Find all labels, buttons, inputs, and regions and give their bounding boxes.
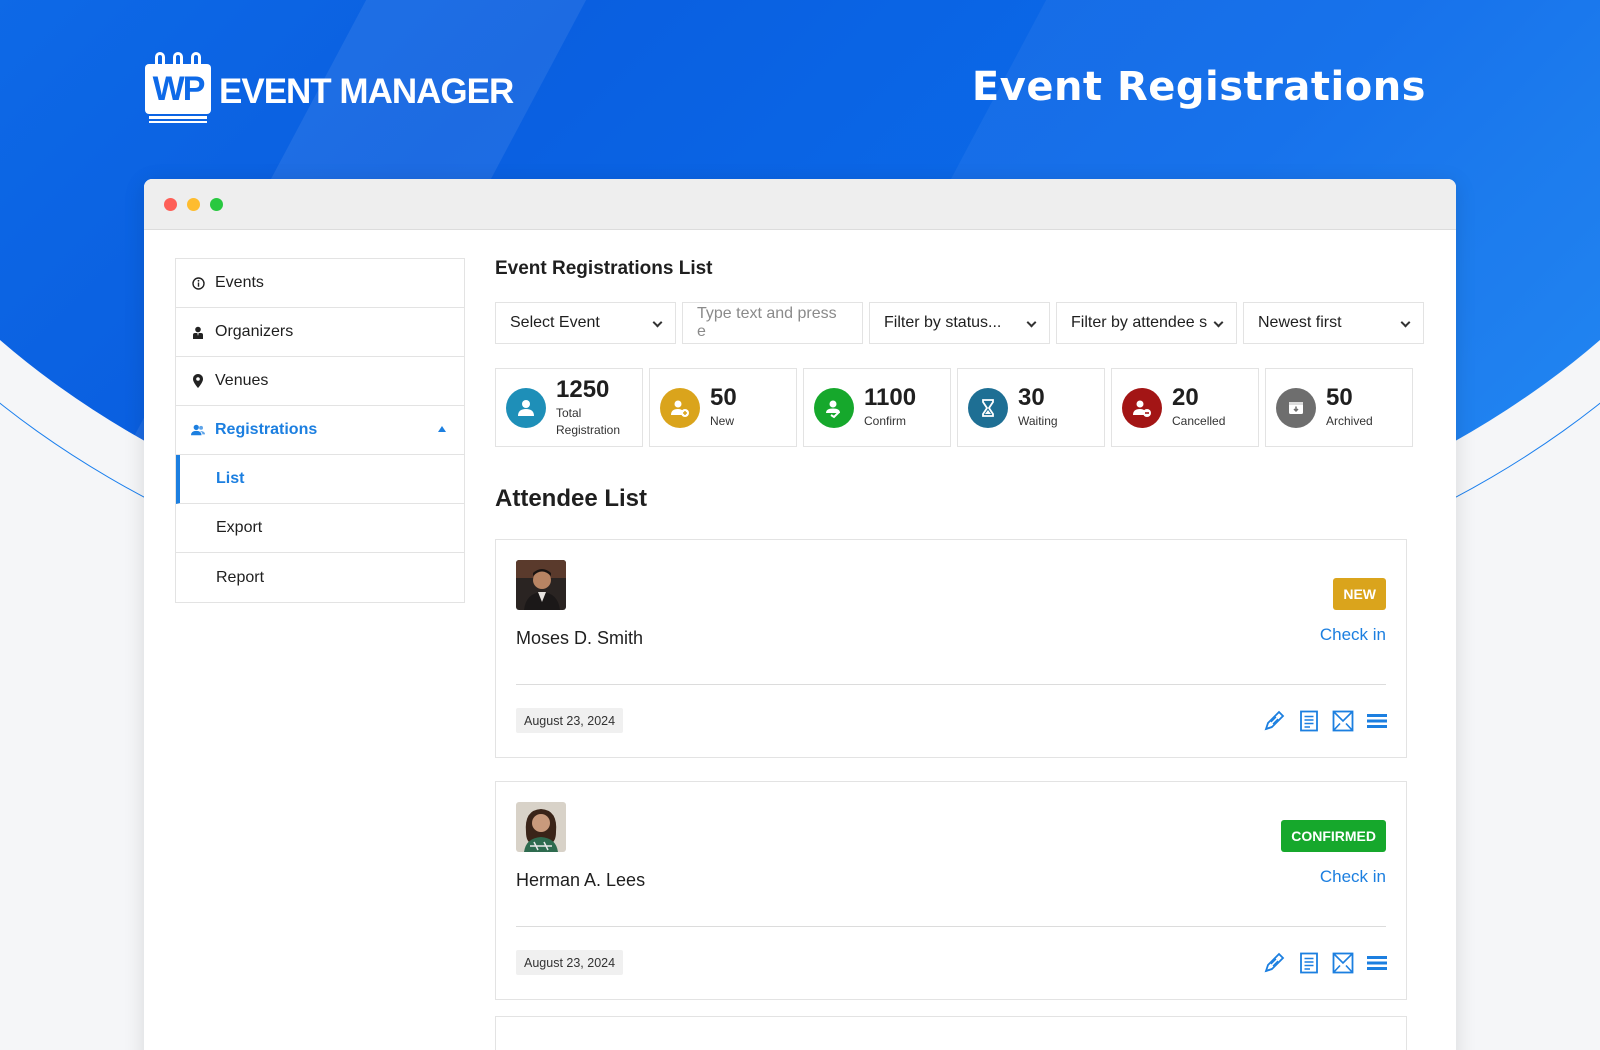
stat-value: 50 <box>1326 383 1353 411</box>
brand-logo: WP EVENT MANAGER <box>145 52 514 123</box>
stat-label: Waiting <box>1018 414 1058 429</box>
person-icon <box>191 325 205 339</box>
attendee-name: Herman A. Lees <box>516 870 646 890</box>
attendee-card-partial <box>495 1016 1407 1050</box>
document-icon[interactable] <box>1297 951 1320 974</box>
dropdown-value: Select Event <box>510 314 600 331</box>
card-actions <box>1263 951 1388 974</box>
user-icon <box>506 387 546 428</box>
chevron-down-icon <box>652 317 663 328</box>
sidebar-item-organizers[interactable]: Organizers <box>176 308 464 357</box>
map-pin-icon <box>191 374 205 388</box>
filter-bar: Select Event Type text and press e Filte… <box>495 302 1425 344</box>
sidebar-item-venues[interactable]: Venues <box>176 357 464 406</box>
select-event-dropdown[interactable]: Select Event <box>495 302 676 344</box>
sidebar-item-list[interactable]: List <box>176 455 464 504</box>
sidebar-item-label: Organizers <box>215 323 294 340</box>
users-icon <box>191 423 205 437</box>
sidebar-nav: Events Organizers Venues Registrations L… <box>175 258 465 603</box>
email-icon[interactable] <box>1331 951 1354 974</box>
stat-confirm[interactable]: 1100 Confirm <box>803 368 951 447</box>
info-icon <box>191 276 205 290</box>
card-divider <box>516 684 1386 685</box>
check-in-link[interactable]: Check in <box>1320 625 1386 645</box>
chevron-down-icon <box>1400 317 1411 328</box>
stat-new[interactable]: 50 New <box>649 368 797 447</box>
stat-label: Confirm <box>864 414 907 429</box>
stat-total-registration[interactable]: 1250 Total Registration <box>495 368 643 447</box>
chevron-down-icon <box>1213 317 1224 328</box>
registration-date: August 23, 2024 <box>516 708 624 733</box>
menu-list-icon[interactable] <box>1365 951 1388 974</box>
calendar-logo-icon: WP <box>145 52 211 123</box>
attendee-card: Herman A. Lees CONFIRMED Check in August… <box>495 781 1407 1000</box>
registrations-list-title: Event Registrations List <box>495 258 713 279</box>
stat-value: 1250 <box>556 375 610 403</box>
sidebar-item-export[interactable]: Export <box>176 504 464 553</box>
sidebar-item-events[interactable]: Events <box>176 259 464 308</box>
status-filter-dropdown[interactable]: Filter by status... <box>869 302 1050 344</box>
document-icon[interactable] <box>1297 709 1320 732</box>
stat-value: 50 <box>710 383 737 411</box>
registration-date: August 23, 2024 <box>516 950 624 975</box>
window-titlebar <box>144 179 1456 230</box>
status-badge: CONFIRMED <box>1281 820 1386 852</box>
avatar <box>516 802 566 852</box>
sidebar-item-registrations[interactable]: Registrations <box>176 406 464 455</box>
email-icon[interactable] <box>1331 709 1354 732</box>
page-heading: Event Registrations <box>971 64 1426 110</box>
sidebar-item-label: Registrations <box>215 421 318 438</box>
brand-name: EVENT MANAGER <box>219 72 514 111</box>
card-divider <box>516 926 1386 927</box>
attendee-card: Moses D. Smith NEW Check in August 23, 2… <box>495 539 1407 758</box>
sidebar-item-label: Venues <box>215 372 269 389</box>
app-window: Events Organizers Venues Registrations L… <box>144 179 1456 1050</box>
menu-list-icon[interactable] <box>1365 709 1388 732</box>
status-badge: NEW <box>1333 578 1386 610</box>
stat-label: Total Registration <box>556 405 621 437</box>
sidebar-item-label: Export <box>216 519 263 536</box>
edit-pencil-icon[interactable] <box>1263 709 1286 732</box>
maximize-window-dot[interactable] <box>210 198 223 211</box>
dropdown-value: Filter by status... <box>884 314 1002 331</box>
stat-label: Cancelled <box>1172 414 1226 429</box>
user-check-icon <box>814 387 854 428</box>
stat-cancelled[interactable]: 20 Cancelled <box>1111 368 1259 447</box>
sidebar-item-label: Events <box>215 274 264 291</box>
search-input[interactable]: Type text and press e <box>682 302 863 344</box>
stat-label: Archived <box>1326 414 1373 429</box>
attendee-list-heading: Attendee List <box>495 485 648 512</box>
edit-pencil-icon[interactable] <box>1263 951 1286 974</box>
sidebar-item-label: List <box>216 470 245 487</box>
user-plus-icon <box>660 387 700 428</box>
check-in-link[interactable]: Check in <box>1320 867 1386 887</box>
hourglass-icon <box>968 387 1008 428</box>
minimize-window-dot[interactable] <box>187 198 200 211</box>
chevron-down-icon <box>1026 317 1037 328</box>
avatar <box>516 560 566 610</box>
stat-value: 20 <box>1172 383 1199 411</box>
stat-waiting[interactable]: 30 Waiting <box>957 368 1105 447</box>
close-window-dot[interactable] <box>164 198 177 211</box>
archive-icon <box>1276 387 1316 428</box>
sidebar-item-label: Report <box>216 568 265 586</box>
user-minus-icon <box>1122 387 1162 428</box>
dropdown-value: Filter by attendee s <box>1071 314 1208 331</box>
search-placeholder: Type text and press e <box>697 305 837 340</box>
stat-label: New <box>710 414 735 429</box>
sidebar-item-report[interactable]: Report <box>176 553 464 602</box>
main-content: Event Registrations List Select Event Ty… <box>495 258 1425 1000</box>
attendee-filter-dropdown[interactable]: Filter by attendee s <box>1056 302 1237 344</box>
card-actions <box>1263 709 1388 732</box>
collapse-caret-icon[interactable] <box>438 426 446 432</box>
attendee-name: Moses D. Smith <box>516 628 644 648</box>
stat-value: 1100 <box>864 383 917 411</box>
dropdown-value: Newest first <box>1258 314 1342 331</box>
stat-archived[interactable]: 50 Archived <box>1265 368 1413 447</box>
stats-row: 1250 Total Registration 50 New 1100 Conf… <box>495 368 1425 447</box>
sort-dropdown[interactable]: Newest first <box>1243 302 1424 344</box>
stat-value: 30 <box>1018 383 1045 411</box>
